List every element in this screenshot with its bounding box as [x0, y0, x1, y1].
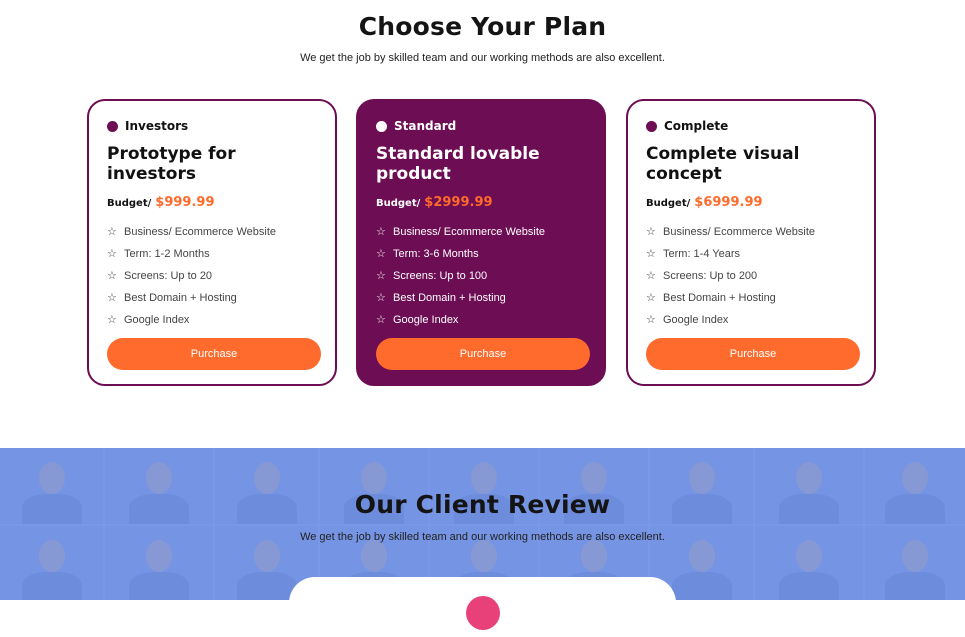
plan-name: Standard — [394, 119, 457, 133]
star-outline-icon: ☆ — [376, 248, 386, 260]
star-outline-icon: ☆ — [376, 270, 386, 282]
plan-title: Prototype for investors — [107, 144, 236, 184]
pricing-subtitle: We get the job by skilled team and our w… — [300, 52, 665, 64]
feature-text: Screens: Up to 20 — [124, 270, 213, 282]
feature-item: ☆ Term: 1-2 Months — [107, 243, 317, 265]
feature-list: ☆ Business/ Ecommerce Website ☆ Term: 3-6 … — [376, 221, 586, 331]
dot-icon — [107, 120, 118, 132]
plan-name-row: Complete — [646, 117, 856, 135]
purchase-button-complete[interactable]: Purchase — [646, 338, 860, 370]
feature-item: ☆ Business/ Ecommerce Website — [107, 221, 317, 243]
star-outline-icon: ☆ — [646, 292, 656, 304]
star-outline-icon: ☆ — [376, 226, 386, 238]
plan-title: Complete visual concept — [646, 144, 800, 184]
star-outline-icon: ☆ — [107, 226, 117, 238]
feature-item: ☆ Google Index — [646, 309, 856, 331]
plan-title: Standard lovable product — [376, 144, 540, 184]
budget-row: Budget/ $2999.99 — [376, 195, 586, 215]
purchase-button-standard[interactable]: Purchase — [376, 338, 590, 370]
review-title: Our Client Review — [354, 490, 611, 519]
budget-label: Budget/ — [376, 198, 421, 209]
budget-row: Budget/ $999.99 — [107, 195, 317, 215]
plan-card-standard: Standard Standard lovable product Budget… — [356, 99, 606, 386]
feature-item: ☆ Screens: Up to 20 — [107, 265, 317, 287]
review-subtitle: We get the job by skilled team and our w… — [300, 531, 665, 543]
feature-item: ☆ Best Domain + Hosting — [646, 287, 856, 309]
star-outline-icon: ☆ — [107, 314, 117, 326]
dot-icon — [376, 120, 387, 132]
feature-text: Screens: Up to 100 — [393, 270, 488, 282]
star-outline-icon: ☆ — [376, 314, 386, 326]
star-outline-icon: ☆ — [107, 270, 117, 282]
star-outline-icon: ☆ — [646, 270, 656, 282]
budget-row: Budget/ $6999.99 — [646, 195, 856, 215]
feature-item: ☆ Business/ Ecommerce Website — [646, 221, 856, 243]
feature-text: Business/ Ecommerce Website — [663, 226, 816, 238]
pricing-title: Choose Your Plan — [358, 12, 607, 41]
feature-item: ☆ Best Domain + Hosting — [107, 287, 317, 309]
plan-price: $6999.99 — [694, 195, 763, 210]
feature-item: ☆ Screens: Up to 100 — [376, 265, 586, 287]
star-outline-icon: ☆ — [107, 292, 117, 304]
plan-name-row: Standard — [376, 117, 586, 135]
feature-item: ☆ Term: 3-6 Months — [376, 243, 586, 265]
feature-text: Business/ Ecommerce Website — [393, 226, 546, 238]
plan-card-investors: Investors Prototype for investors Budget… — [87, 99, 337, 386]
feature-item: ☆ Screens: Up to 200 — [646, 265, 856, 287]
plan-name: Complete — [664, 119, 729, 133]
feature-text: Google Index — [663, 314, 729, 326]
star-outline-icon: ☆ — [107, 248, 117, 260]
plan-name-row: Investors — [107, 117, 317, 135]
star-outline-icon: ☆ — [376, 292, 386, 304]
feature-text: Screens: Up to 200 — [663, 270, 758, 282]
plan-price: $999.99 — [155, 195, 215, 210]
budget-label: Budget/ — [646, 198, 691, 209]
plan-name: Investors — [125, 119, 189, 133]
feature-item: ☆ Google Index — [107, 309, 317, 331]
feature-list: ☆ Business/ Ecommerce Website ☆ Term: 1-2 … — [107, 221, 317, 331]
feature-item: ☆ Best Domain + Hosting — [376, 287, 586, 309]
star-outline-icon: ☆ — [646, 248, 656, 260]
feature-text: Term: 1-2 Months — [124, 248, 210, 260]
feature-text: Best Domain + Hosting — [663, 292, 776, 304]
star-outline-icon: ☆ — [646, 314, 656, 326]
feature-text: Best Domain + Hosting — [124, 292, 237, 304]
feature-item: ☆ Business/ Ecommerce Website — [376, 221, 586, 243]
feature-text: Google Index — [393, 314, 459, 326]
feature-list: ☆ Business/ Ecommerce Website ☆ Term: 1-4 … — [646, 221, 856, 331]
dot-icon — [646, 120, 657, 132]
star-outline-icon: ☆ — [646, 226, 656, 238]
feature-item: ☆ Term: 1-4 Years — [646, 243, 856, 265]
reviewer-avatar — [466, 596, 500, 630]
feature-text: Google Index — [124, 314, 190, 326]
feature-text: Term: 3-6 Months — [393, 248, 479, 260]
purchase-button-investors[interactable]: Purchase — [107, 338, 321, 370]
budget-label: Budget/ — [107, 198, 152, 209]
feature-text: Business/ Ecommerce Website — [124, 226, 277, 238]
plan-card-complete: Complete Complete visual concept Budget/… — [626, 99, 876, 386]
feature-text: Term: 1-4 Years — [663, 248, 741, 260]
plan-price: $2999.99 — [424, 195, 493, 210]
feature-text: Best Domain + Hosting — [393, 292, 506, 304]
feature-item: ☆ Google Index — [376, 309, 586, 331]
